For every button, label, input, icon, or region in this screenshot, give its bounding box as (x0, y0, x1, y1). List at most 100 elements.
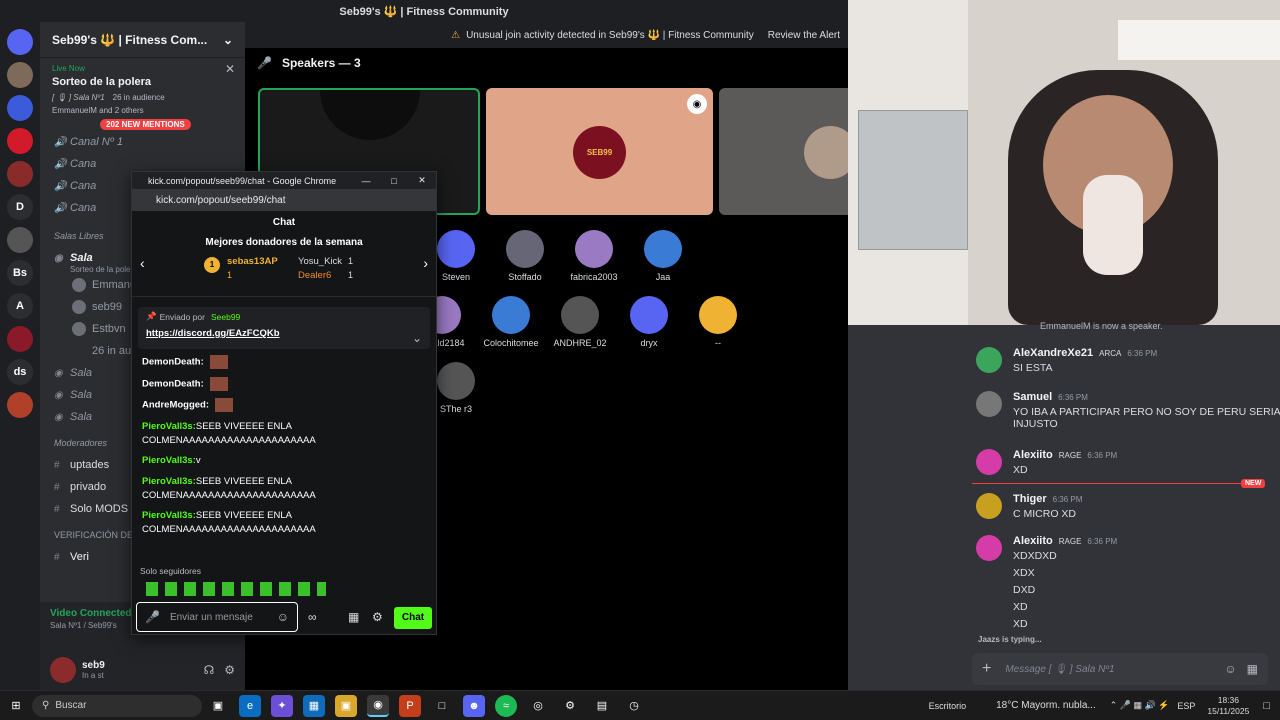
server-icon[interactable] (7, 95, 33, 121)
notification-icon[interactable]: □ (1263, 700, 1270, 712)
kick-chat-message[interactable]: PieroVall3s:SEEB VIVEEEE ENLA COLMENAAAA… (132, 475, 436, 503)
speaker-tile-user[interactable] (719, 88, 859, 215)
kick-chat-message[interactable]: DemonDeath: (132, 376, 436, 392)
audience-member[interactable]: Stoffado (490, 230, 560, 282)
message-input[interactable]: Message [ 🎙 ] Sala Nº1 (1005, 664, 1114, 675)
avatar[interactable] (976, 535, 1002, 561)
desktop-label[interactable]: Escritorio (929, 701, 967, 711)
audience-member[interactable]: Jaa (628, 230, 698, 282)
voice-channel[interactable]: 🔊 Canal Nº 1 (40, 131, 245, 153)
mic-icon[interactable]: 🎤 (145, 610, 160, 624)
kick-chat-message[interactable]: PieroVall3s:SEEB VIVEEEE ENLA COLMENAAAA… (132, 420, 436, 448)
server-icon[interactable]: ds (7, 359, 33, 385)
server-icon[interactable]: A (7, 293, 33, 319)
chat-send-button[interactable]: Chat (394, 607, 432, 629)
close-icon[interactable]: ✕ (408, 175, 436, 186)
audience-member[interactable]: fabrica2003 (559, 230, 629, 282)
message-author[interactable]: Thiger 6:36 PM (1013, 493, 1280, 505)
pinned-link[interactable]: https://discord.gg/EAzFCQKb (146, 328, 422, 339)
emote-bar[interactable] (146, 582, 326, 596)
chevron-down-icon: ⌄ (222, 32, 233, 47)
copilot-icon[interactable]: ✦ (271, 694, 293, 717)
chat-message: Alexiito RAGE 6:36 PM XD (1013, 449, 1280, 476)
channel-label: Sala (70, 389, 93, 401)
kick-chat-message[interactable]: PieroVall3s:v (132, 454, 436, 468)
stage-icon: ◉ (54, 252, 63, 264)
server-header[interactable]: Seb99's 🔱 | Fitness Com... ⌄ (40, 22, 245, 58)
server-icon[interactable] (7, 392, 33, 418)
discord-icon[interactable]: ☻ (463, 694, 485, 717)
avatar[interactable] (976, 493, 1002, 519)
pinned-message[interactable]: 📌 Enviado por Seeb99 https://discord.gg/EA… (138, 307, 430, 349)
mentions-badge[interactable]: 202 NEW MENTIONS (100, 119, 191, 130)
edge-icon[interactable]: e (239, 694, 261, 717)
gear-icon[interactable]: ⚙ (224, 663, 235, 677)
message-author[interactable]: Alexiito RAGE 6:36 PM (1013, 535, 1280, 547)
document-icon[interactable]: □ (431, 695, 453, 717)
chevron-right-icon[interactable]: › (423, 255, 428, 271)
audience-member[interactable]: dryx (614, 296, 684, 348)
folder-icon[interactable]: ▣ (335, 694, 357, 717)
store-icon[interactable]: ▦ (348, 610, 359, 624)
clock-app-icon[interactable]: ◷ (623, 695, 645, 717)
server-icon[interactable] (7, 29, 33, 55)
server-icon[interactable] (7, 128, 33, 154)
server-icon[interactable] (7, 227, 33, 253)
server-icon[interactable] (7, 161, 33, 187)
language-indicator[interactable]: ESP (1177, 701, 1195, 711)
audience-member[interactable]: ANDHRE_02 (545, 296, 615, 348)
obs-icon[interactable]: ◎ (527, 695, 549, 717)
server-icon[interactable] (7, 62, 33, 88)
plus-icon[interactable]: + (982, 660, 991, 678)
task-view-icon[interactable]: ▣ (207, 695, 229, 717)
speaker-tile-logo[interactable]: SEB99 ◉ (486, 88, 713, 215)
kick-chat-message[interactable]: PieroVall3s:SEEB VIVEEEE ENLA COLMENAAAA… (132, 509, 436, 537)
chrome-icon[interactable]: ◉ (367, 694, 389, 717)
avatar[interactable] (976, 391, 1002, 417)
audience-member[interactable]: Colochitomee (476, 296, 546, 348)
avatar[interactable] (50, 657, 76, 683)
avatar[interactable] (976, 347, 1002, 373)
emoji-icon[interactable]: ☺ (1224, 662, 1236, 676)
review-alert-button[interactable]: Review the Alert (768, 30, 840, 41)
gear-icon[interactable]: ⚙ (372, 610, 383, 624)
taskbar-search[interactable]: ⚲ Buscar (32, 694, 202, 717)
popout-chat-title: Chat (272, 217, 296, 228)
maximize-icon[interactable]: □ (380, 176, 408, 186)
infinity-icon[interactable]: ∞ (308, 610, 317, 624)
minimize-icon[interactable]: — (352, 176, 380, 186)
apps-icon[interactable]: ▦ (1247, 662, 1258, 676)
store-icon[interactable]: ▦ (303, 694, 325, 717)
avatar[interactable] (976, 449, 1002, 475)
server-icon[interactable]: D (7, 194, 33, 220)
server-icon[interactable]: Bs (7, 260, 33, 286)
message-input-bar[interactable]: + Message [ 🎙 ] Sala Nº1 ☺ ▦ (972, 653, 1268, 685)
message-text: SI ESTA (1013, 362, 1053, 374)
app-icon[interactable]: ⚙ (559, 695, 581, 717)
kick-message-input[interactable]: Enviar un mensaje (170, 612, 253, 623)
chevron-left-icon[interactable]: ‹ (140, 255, 145, 271)
server-icon[interactable] (7, 326, 33, 352)
windows-start-icon[interactable]: ⊞ (5, 695, 27, 717)
clock[interactable]: 18:36 15/11/2025 (1207, 695, 1249, 717)
message-author[interactable]: AleXandreXe21 ARCA 6:36 PM (1013, 347, 1280, 359)
spotify-icon[interactable]: ≈ (495, 694, 517, 717)
emoji-icon[interactable]: ☺ (277, 610, 289, 624)
notepad-icon[interactable]: ▤ (591, 695, 613, 717)
kick-chat-message[interactable]: DemonDeath: (132, 355, 436, 370)
tray-icons[interactable]: ⌃ 🎤 ▦ 🔊 ⚡ (1110, 700, 1170, 711)
address-bar[interactable]: kick.com/popout/seeb99/chat (132, 189, 436, 211)
live-event-card[interactable]: Live Now Sorteo de la polera [ 🎙 ] Sala … (40, 58, 245, 121)
headphones-icon[interactable]: ☊ (204, 663, 215, 677)
message-author[interactable]: Alexiito RAGE 6:36 PM (1013, 449, 1280, 461)
close-icon[interactable]: ✕ (225, 62, 235, 76)
powerpoint-icon[interactable]: P (399, 694, 421, 717)
chevron-down-icon[interactable]: ⌄ (412, 331, 422, 345)
kick-input-box[interactable]: 🎤 Enviar un mensaje ☺ (136, 602, 298, 632)
weather-text[interactable]: 18°C Mayorm. nubla... (996, 700, 1096, 711)
avatar (630, 296, 668, 334)
audience-member[interactable]: -- (683, 296, 753, 348)
stage-icon: ◉ (54, 411, 63, 423)
message-author[interactable]: Samuel 6:36 PM (1013, 391, 1280, 403)
kick-chat-message[interactable]: AndreMogged: (132, 398, 436, 413)
